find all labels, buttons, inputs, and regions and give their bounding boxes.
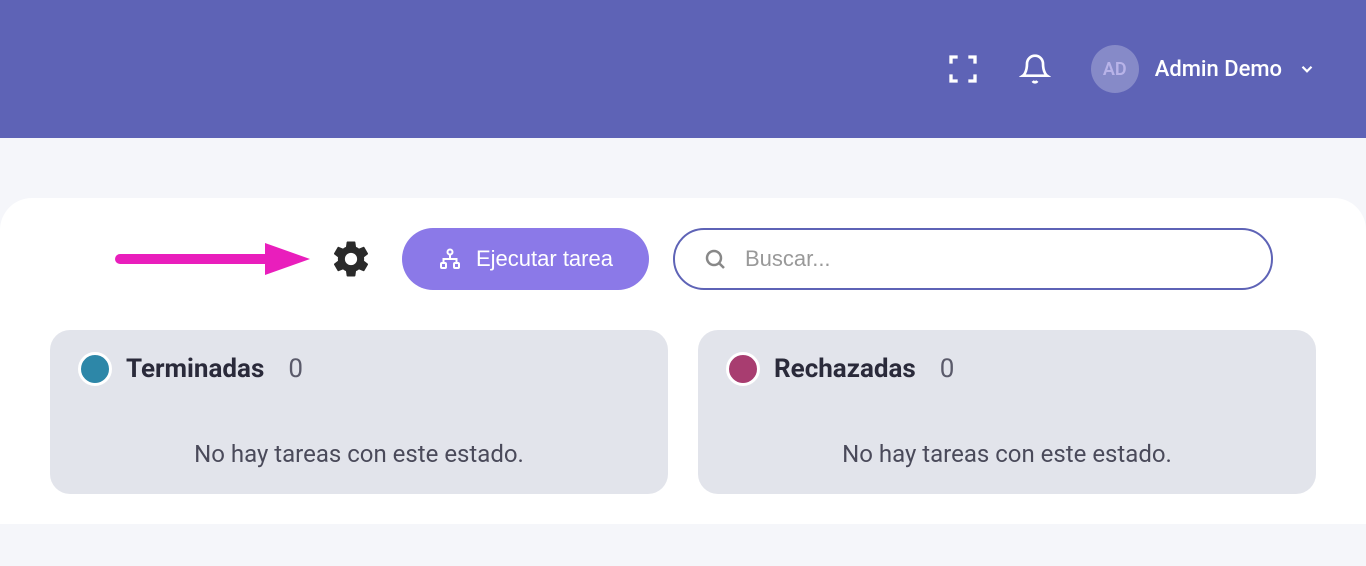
bell-icon[interactable]	[1019, 53, 1051, 85]
column-title: Rechazadas	[774, 354, 916, 384]
empty-message: No hay tareas con este estado.	[726, 436, 1288, 472]
main-panel: Ejecutar tarea Terminadas 0 No hay tarea…	[0, 198, 1366, 524]
empty-message: No hay tareas con este estado.	[78, 436, 640, 472]
content-area: Ejecutar tarea Terminadas 0 No hay tarea…	[0, 138, 1366, 524]
status-dot-rechazadas	[726, 352, 760, 386]
toolbar: Ejecutar tarea	[40, 228, 1326, 290]
kanban-columns: Terminadas 0 No hay tareas con este esta…	[40, 330, 1326, 494]
column-terminadas: Terminadas 0 No hay tareas con este esta…	[50, 330, 668, 494]
top-bar: AD Admin Demo	[0, 0, 1366, 138]
column-header: Terminadas 0	[78, 352, 640, 386]
chevron-down-icon	[1298, 60, 1316, 78]
settings-button[interactable]	[324, 232, 378, 286]
column-title: Terminadas	[126, 354, 264, 384]
search-icon	[703, 246, 727, 272]
annotation-arrow	[110, 239, 310, 279]
column-count: 0	[288, 354, 303, 384]
run-task-label: Ejecutar tarea	[476, 246, 613, 272]
column-count: 0	[940, 354, 955, 384]
user-menu[interactable]: AD Admin Demo	[1091, 45, 1316, 93]
search-input[interactable]	[745, 246, 1243, 272]
username-label: Admin Demo	[1155, 57, 1282, 82]
hierarchy-icon	[438, 247, 462, 271]
status-dot-terminadas	[78, 352, 112, 386]
avatar-initials: AD	[1103, 59, 1127, 80]
column-rechazadas: Rechazadas 0 No hay tareas con este esta…	[698, 330, 1316, 494]
column-header: Rechazadas 0	[726, 352, 1288, 386]
run-task-button[interactable]: Ejecutar tarea	[402, 228, 649, 290]
gear-icon	[330, 238, 372, 280]
search-container[interactable]	[673, 228, 1273, 290]
fullscreen-icon[interactable]	[947, 53, 979, 85]
avatar: AD	[1091, 45, 1139, 93]
